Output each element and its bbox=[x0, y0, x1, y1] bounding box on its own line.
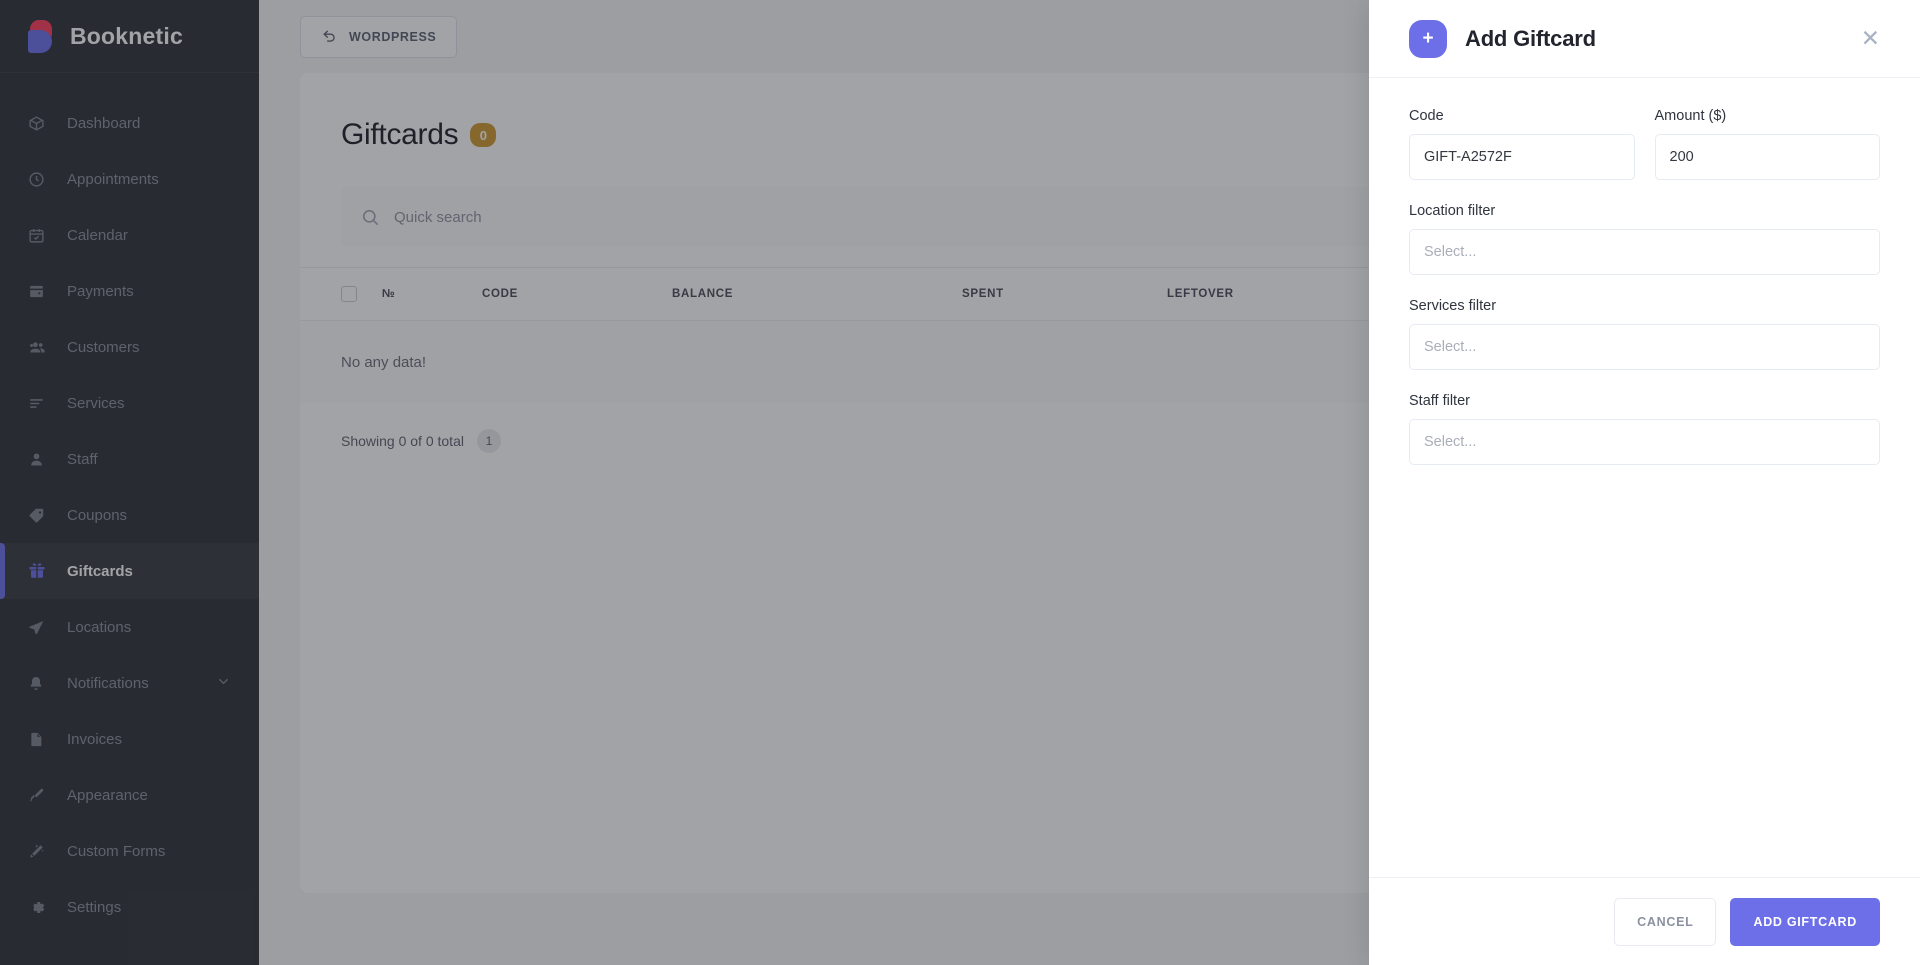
close-icon[interactable]: ✕ bbox=[1861, 27, 1880, 50]
staff-filter-select[interactable]: Select... bbox=[1409, 419, 1880, 465]
location-filter-select[interactable]: Select... bbox=[1409, 229, 1880, 275]
services-filter-label: Services filter bbox=[1409, 298, 1497, 314]
code-label: Code bbox=[1409, 108, 1444, 124]
modal-footer: CANCEL ADD GIFTCARD bbox=[1369, 877, 1920, 965]
amount-input[interactable] bbox=[1654, 134, 1880, 180]
staff-filter-group: Staff filter Select... bbox=[1409, 393, 1880, 465]
code-amount-row: Code Amount ($) bbox=[1409, 108, 1880, 203]
location-filter-label: Location filter bbox=[1409, 203, 1496, 219]
services-filter-value: Select... bbox=[1424, 339, 1477, 355]
plus-icon: + bbox=[1409, 19, 1447, 58]
location-filter-group: Location filter Select... bbox=[1409, 203, 1880, 275]
staff-filter-label: Staff filter bbox=[1409, 393, 1470, 409]
code-input[interactable] bbox=[1409, 134, 1635, 180]
cancel-button[interactable]: CANCEL bbox=[1614, 897, 1717, 946]
modal-header: + Add Giftcard ✕ bbox=[1369, 0, 1920, 78]
add-giftcard-button[interactable]: ADD GIFTCARD bbox=[1730, 897, 1880, 946]
services-filter-select[interactable]: Select... bbox=[1409, 324, 1880, 370]
services-filter-group: Services filter Select... bbox=[1409, 298, 1880, 370]
app-root: Booknetic Dashboard Appointments Calenda… bbox=[0, 0, 1920, 965]
modal-body: Code Amount ($) Location filter Select..… bbox=[1369, 78, 1920, 877]
modal-title: Add Giftcard bbox=[1465, 25, 1596, 51]
staff-filter-value: Select... bbox=[1424, 434, 1477, 450]
code-field-group: Code bbox=[1409, 108, 1635, 180]
add-giftcard-modal: + Add Giftcard ✕ Code Amount ($) Locatio… bbox=[1369, 0, 1920, 965]
location-filter-value: Select... bbox=[1424, 244, 1477, 260]
amount-field-group: Amount ($) bbox=[1654, 108, 1880, 180]
amount-label: Amount ($) bbox=[1654, 108, 1727, 124]
